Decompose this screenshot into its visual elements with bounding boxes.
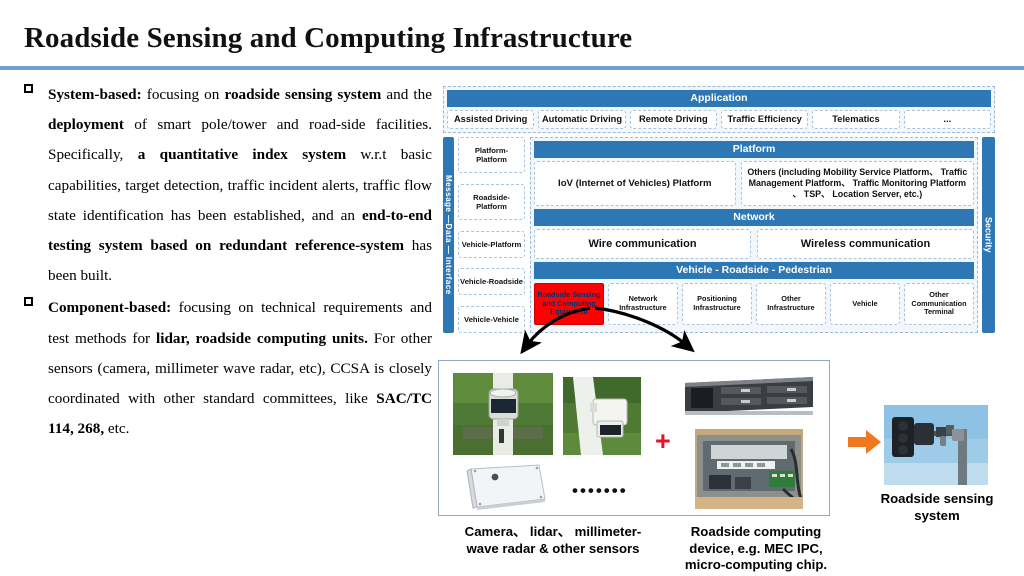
result-caption: Roadside sensing system [880, 491, 994, 523]
message-interface-item: Roadside-Platform [458, 183, 525, 220]
body-text: etc. [104, 420, 130, 438]
bullet-item: Component-based: focusing on technical r… [24, 293, 432, 444]
ellipsis-dots: ••••••• [572, 481, 628, 500]
network-item: Wireless communication [757, 229, 974, 259]
security-rail: Security [982, 137, 995, 333]
body-text: and the [381, 86, 432, 103]
network-items: Wire communication Wireless communication [534, 229, 974, 259]
edge-computing-box-photo [695, 429, 803, 509]
camera-on-pole-photo [563, 377, 641, 455]
emphasis-text: System-based: [48, 86, 142, 103]
vrp-item: Other Infrastructure [756, 283, 826, 325]
radar-panel-photo [461, 461, 553, 511]
title-divider [0, 66, 1024, 70]
roadside-sensing-system-photo [884, 405, 988, 485]
message-interface-item: Platform-Platform [458, 137, 525, 173]
emphasis-text: roadside sensing system [224, 86, 382, 103]
message-interface-item: Vehicle-Platform [458, 230, 525, 258]
application-chip: Traffic Efficiency [720, 110, 809, 129]
bullet-text: System-based: focusing on roadside sensi… [48, 80, 432, 291]
computing-device-caption: Roadside computing device, e.g. MEC IPC,… [684, 524, 828, 572]
application-chip: ... [903, 110, 991, 129]
equipment-photo-panel [438, 360, 830, 516]
rack-server-photo [681, 373, 817, 417]
bullet-item: System-based: focusing on roadside sensi… [24, 80, 432, 291]
lidar-on-pole-photo [453, 373, 553, 455]
application-band-label: Application [447, 90, 991, 107]
right-arrow-icon [848, 430, 881, 454]
application-chip: Telematics [812, 110, 900, 129]
emphasis-text: a quantitative index system [137, 146, 347, 164]
architecture-diagram: Application Assisted Driving Automatic Dr… [443, 86, 995, 333]
application-chip: Automatic Driving [538, 110, 626, 129]
platform-band-label: Platform [534, 141, 974, 158]
sensors-caption: Camera、 lidar、 millimeter-wave radar & o… [464, 524, 642, 556]
emphasis-text: Component-based: [48, 299, 172, 317]
square-bullet-icon [24, 84, 33, 93]
platform-items: IoV (Internet of Vehicles) Platform Othe… [534, 161, 974, 206]
plus-symbol: + [655, 426, 671, 456]
vrp-item: Vehicle [830, 283, 900, 325]
emphasis-text: deployment [48, 116, 124, 134]
vrp-item: Other Communication Terminal [904, 283, 974, 325]
application-layer: Application Assisted Driving Automatic Dr… [443, 86, 995, 133]
vrp-band-label: Vehicle - Roadside - Pedestrian [534, 262, 974, 279]
application-chip: Assisted Driving [447, 110, 535, 129]
other-platforms-box: Others (including Mobility Service Platf… [740, 161, 974, 206]
bullet-text: Component-based: focusing on technical r… [48, 293, 432, 444]
emphasis-text: lidar, roadside computing units. [156, 329, 368, 347]
network-item: Wire communication [534, 229, 751, 259]
application-items: Assisted Driving Automatic Driving Remote … [447, 110, 991, 129]
body-text-column: System-based: focusing on roadside sensi… [24, 80, 432, 446]
iov-platform-box: IoV (Internet of Vehicles) Platform [534, 161, 736, 206]
body-text: focusing on [141, 86, 225, 103]
message-data-interface-label: Message —Data — Interface [444, 175, 453, 295]
message-interface-item: Vehicle-Roadside [458, 268, 525, 296]
page-title: Roadside Sensing and Computing Infrastru… [24, 22, 633, 54]
network-band-label: Network [534, 209, 974, 226]
application-chip: Remote Driving [629, 110, 717, 129]
security-label: Security [983, 217, 994, 253]
square-bullet-icon [24, 297, 33, 307]
